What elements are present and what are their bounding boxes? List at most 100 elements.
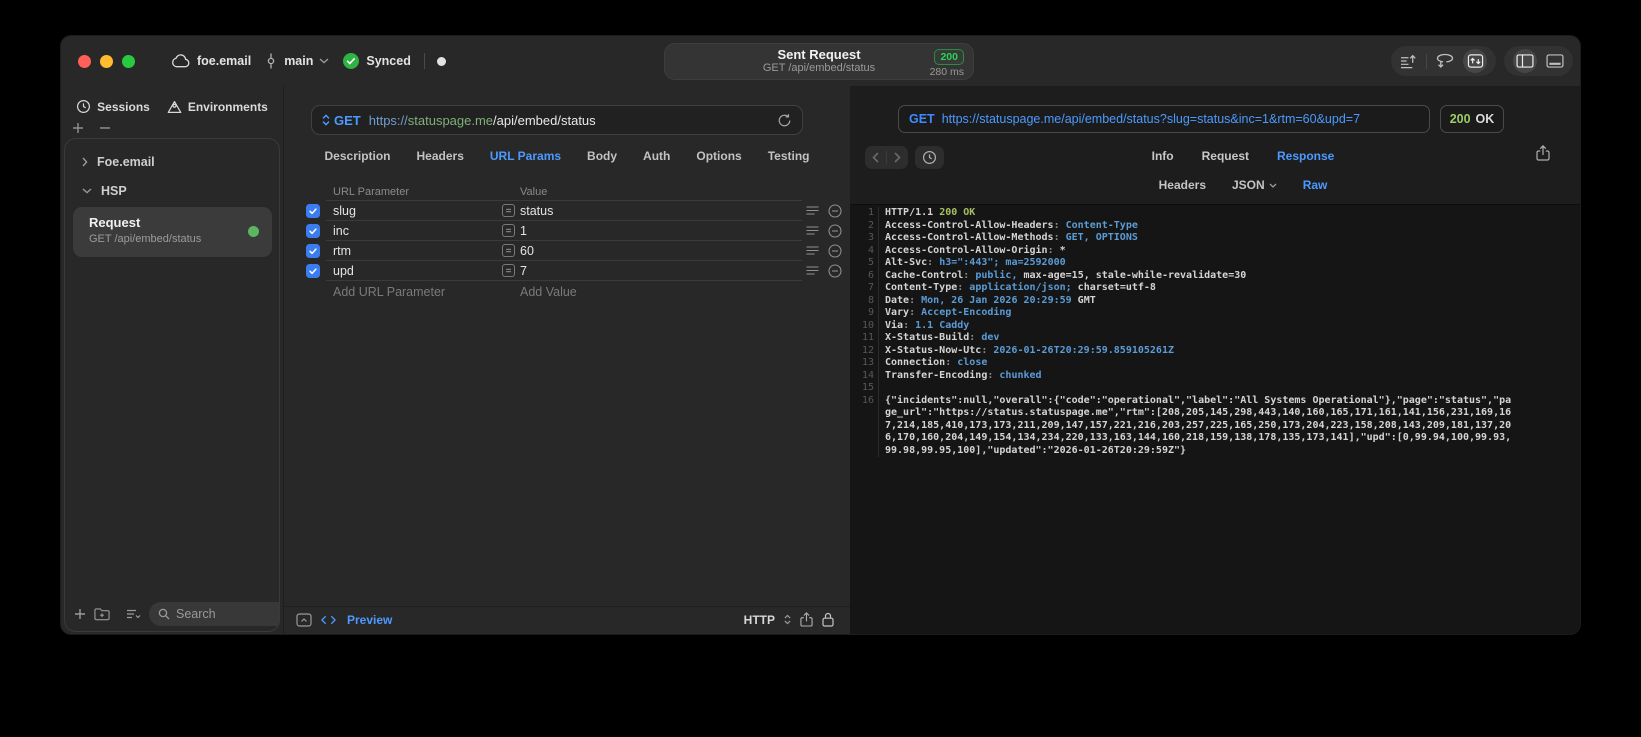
protocol-selector[interactable]: HTTP bbox=[744, 613, 775, 627]
remove-param-icon[interactable] bbox=[828, 224, 842, 238]
tab-request[interactable]: Request bbox=[1202, 149, 1249, 163]
param-name-field[interactable]: inc bbox=[333, 224, 349, 238]
sent-request-url-box[interactable]: GET https://statuspage.me/api/embed/stat… bbox=[898, 105, 1430, 133]
tree-item-foe-email[interactable]: Foe.email bbox=[65, 147, 279, 176]
request-url-text[interactable]: https://statuspage.me/api/embed/status bbox=[369, 113, 596, 128]
lasso-download-icon[interactable] bbox=[1436, 53, 1454, 69]
add-request-icon[interactable] bbox=[74, 608, 86, 620]
param-enabled-checkbox[interactable] bbox=[306, 244, 320, 258]
refresh-icon[interactable] bbox=[777, 113, 792, 128]
remove-session-icon[interactable] bbox=[99, 122, 111, 134]
line-segment: chunked bbox=[999, 369, 1042, 381]
row-options-icon[interactable] bbox=[806, 266, 819, 276]
project-cluster: foe.email main Synced bbox=[171, 36, 446, 86]
tree-item-hsp[interactable]: HSP bbox=[65, 176, 279, 205]
response-line: 11 X-Status-Build: dev bbox=[850, 332, 1580, 345]
line-segment: Mon, 26 Jan 2026 20:29:59 bbox=[921, 294, 1072, 306]
add-session-icon[interactable] bbox=[72, 122, 84, 134]
line-segment: : bbox=[1053, 232, 1066, 243]
remove-param-icon[interactable] bbox=[828, 244, 842, 258]
param-enabled-checkbox[interactable] bbox=[306, 204, 320, 218]
row-options-icon[interactable] bbox=[806, 246, 819, 256]
line-segment: Access-Control-Allow-Headers bbox=[885, 219, 1054, 231]
line-content: Transfer-Encoding: chunked bbox=[878, 369, 1515, 382]
line-segment: 200 OK bbox=[939, 207, 976, 218]
tab-environments[interactable]: Environments bbox=[167, 99, 268, 114]
tab-testing[interactable]: Testing bbox=[768, 149, 810, 163]
sessions-panel: Foe.email HSP Request GET /api/embed/sta… bbox=[64, 138, 280, 632]
tab-url-params[interactable]: URL Params bbox=[490, 149, 561, 163]
new-folder-icon[interactable] bbox=[94, 607, 110, 621]
chevron-down-icon bbox=[82, 187, 92, 194]
close-button[interactable] bbox=[78, 55, 91, 68]
resend-button[interactable] bbox=[1463, 49, 1487, 73]
param-value-field[interactable]: 60 bbox=[520, 244, 534, 258]
protocol-stepper-icon[interactable] bbox=[784, 614, 791, 625]
equals-icon: = bbox=[502, 264, 515, 277]
sidebar-toggle-icon[interactable] bbox=[1513, 49, 1537, 73]
line-number: 4 bbox=[867, 244, 874, 256]
tab-body[interactable]: Body bbox=[587, 149, 617, 163]
preview-button[interactable]: Preview bbox=[347, 613, 392, 627]
response-status-text: OK bbox=[1475, 112, 1495, 126]
response-line: 5 Alt-Svc: h3=":443"; ma=2592000 bbox=[850, 257, 1580, 270]
param-name-field[interactable]: rtm bbox=[333, 244, 351, 258]
line-segment: : bbox=[981, 344, 994, 356]
param-name-field[interactable]: slug bbox=[333, 204, 356, 218]
line-segment: : bbox=[963, 269, 976, 281]
param-value-field[interactable]: status bbox=[520, 204, 553, 218]
tab-response[interactable]: Response bbox=[1277, 149, 1334, 163]
panel-expand-icon[interactable] bbox=[296, 612, 312, 627]
add-param-value-placeholder[interactable]: Add Value bbox=[520, 285, 577, 299]
lock-icon[interactable] bbox=[822, 612, 834, 627]
param-enabled-checkbox[interactable] bbox=[306, 224, 320, 238]
bottom-panel-toggle-icon[interactable] bbox=[1546, 54, 1564, 68]
app-window: foe.email main Synced Sent Request GET /… bbox=[60, 35, 1581, 635]
line-segment: : bbox=[987, 369, 1000, 381]
param-value-field[interactable]: 7 bbox=[520, 264, 527, 278]
tree-item-label: HSP bbox=[101, 183, 127, 198]
request-url-bar[interactable]: GET https://statuspage.me/api/embed/stat… bbox=[311, 105, 803, 135]
line-content: {"incidents":null,"overall":{"code":"ope… bbox=[878, 394, 1515, 457]
equals-icon: = bbox=[502, 244, 515, 257]
request-list-item[interactable]: Request GET /api/embed/status bbox=[73, 207, 272, 257]
remove-param-icon[interactable] bbox=[828, 204, 842, 218]
zoom-button[interactable] bbox=[122, 55, 135, 68]
search-box[interactable] bbox=[149, 602, 279, 626]
line-segment: Content-Type bbox=[1065, 219, 1138, 231]
param-enabled-checkbox[interactable] bbox=[306, 264, 320, 278]
param-value-field[interactable]: 1 bbox=[520, 224, 527, 238]
share-icon[interactable] bbox=[800, 612, 813, 627]
add-param-name-placeholder[interactable]: Add URL Parameter bbox=[333, 285, 445, 299]
tab-options[interactable]: Options bbox=[696, 149, 741, 163]
tab-headers[interactable]: Headers bbox=[417, 149, 464, 163]
view-tab-raw[interactable]: Raw bbox=[1303, 178, 1328, 192]
line-segment: GET, OPTIONS bbox=[1065, 232, 1138, 243]
titlebar-divider bbox=[423, 53, 425, 69]
add-param-row[interactable]: Add URL Parameter Add Value bbox=[284, 281, 850, 301]
status-dot-icon bbox=[436, 56, 446, 66]
tab-description[interactable]: Description bbox=[325, 149, 391, 163]
import-list-icon[interactable] bbox=[1400, 54, 1417, 69]
method-selector[interactable]: GET bbox=[322, 113, 361, 128]
search-input[interactable] bbox=[176, 607, 279, 621]
row-options-icon[interactable] bbox=[806, 226, 819, 236]
branch-selector[interactable]: main bbox=[265, 53, 329, 69]
view-tab-headers[interactable]: Headers bbox=[1159, 178, 1206, 192]
request-summary-pill[interactable]: Sent Request GET /api/embed/status 200 2… bbox=[664, 43, 974, 80]
response-body-area[interactable]: 1 HTTP/1.1 200 OK 2 Access-Control-Allow-He… bbox=[850, 205, 1580, 634]
line-segment: : bbox=[909, 294, 922, 306]
row-options-icon[interactable] bbox=[806, 206, 819, 216]
remove-param-icon[interactable] bbox=[828, 264, 842, 278]
tab-auth[interactable]: Auth bbox=[643, 149, 670, 163]
list-style-icon[interactable] bbox=[126, 609, 141, 620]
export-response-icon[interactable] bbox=[1536, 145, 1550, 161]
project-name[interactable]: foe.email bbox=[197, 54, 251, 68]
tab-sessions[interactable]: Sessions bbox=[76, 99, 150, 114]
view-tab-json[interactable]: JSON bbox=[1232, 178, 1277, 192]
tab-info[interactable]: Info bbox=[1152, 149, 1174, 163]
line-segment: Access-Control-Allow-Methods bbox=[885, 232, 1054, 243]
minimize-button[interactable] bbox=[100, 55, 113, 68]
response-tabs: Info Request Response bbox=[850, 149, 1580, 163]
param-name-field[interactable]: upd bbox=[333, 264, 354, 278]
